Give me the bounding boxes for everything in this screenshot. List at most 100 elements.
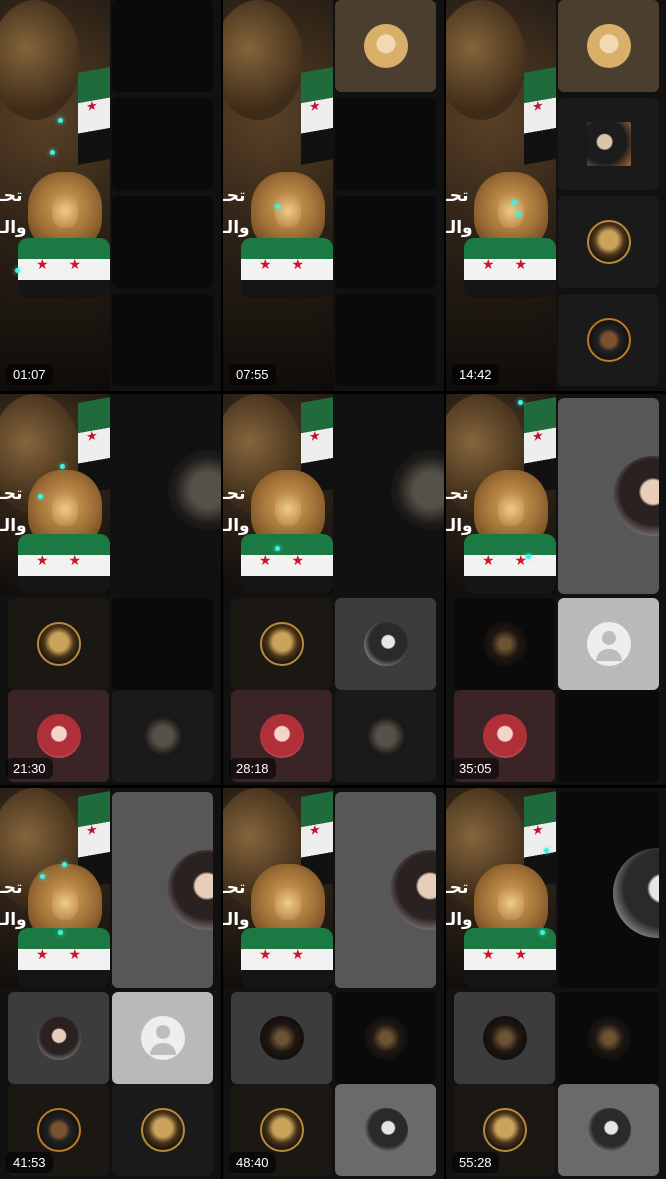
participant-tile	[112, 1084, 213, 1176]
user-avatar	[482, 1108, 527, 1152]
user-avatar	[36, 714, 81, 758]
poster-arabic-text: تحـ والـ	[223, 484, 250, 535]
user-avatar	[613, 848, 659, 938]
user-avatar	[482, 1016, 527, 1060]
participant-tile	[558, 0, 659, 92]
user-avatar	[363, 714, 408, 758]
user-avatar	[363, 24, 408, 68]
user-avatar	[391, 450, 444, 530]
default-avatar-icon	[140, 1016, 185, 1060]
participant-tile	[335, 992, 436, 1084]
participant-tile	[454, 992, 555, 1084]
participant-tile	[335, 1084, 436, 1176]
participant-tile	[8, 598, 109, 690]
duration-label: 35:05	[452, 758, 499, 779]
default-avatar-icon	[586, 622, 631, 666]
poster-image: تحـوالـ	[0, 788, 110, 988]
user-avatar	[140, 714, 185, 758]
participant-tile	[335, 598, 436, 690]
duration-label: 21:30	[6, 758, 53, 779]
duration-label: 55:28	[452, 1152, 499, 1173]
user-avatar	[390, 850, 436, 930]
poster-arabic-text: تحـ والـ	[0, 484, 27, 535]
poster-image: تحـوالـ	[0, 394, 110, 594]
user-avatar	[167, 850, 213, 930]
video-thumbnail-2[interactable]: تحـوالـ 07:55	[223, 0, 444, 391]
user-avatar	[586, 24, 631, 68]
participant-tile	[558, 1084, 659, 1176]
user-avatar	[586, 1016, 631, 1060]
participant-tile	[112, 98, 213, 190]
video-thumbnail-5[interactable]: تحـوالـ 28:18	[223, 394, 444, 785]
video-thumbnail-7[interactable]: تحـوالـ 41:53	[0, 788, 221, 1179]
participant-tile	[558, 690, 659, 782]
video-thumbnail-1[interactable]: تحـوالـ 01:07	[0, 0, 221, 391]
participant-tile	[335, 196, 436, 288]
poster-image: تحـوالـ	[223, 394, 333, 594]
user-avatar	[482, 622, 527, 666]
duration-label: 28:18	[229, 758, 276, 779]
user-avatar	[36, 1108, 81, 1152]
participant-tile	[335, 690, 436, 782]
participant-tile	[558, 98, 659, 190]
duration-label: 48:40	[229, 1152, 276, 1173]
poster-arabic-text: تحـ والـ	[0, 878, 27, 929]
user-avatar	[259, 1108, 304, 1152]
video-thumbnail-8[interactable]: تحـوالـ 48:40	[223, 788, 444, 1179]
duration-label: 41:53	[6, 1152, 53, 1173]
poster-arabic-text: تحـ والـ	[446, 878, 473, 929]
video-thumbnail-4[interactable]: تحـوالـ 21:30	[0, 394, 221, 785]
video-thumbnail-9[interactable]: تحـوالـ 55:28	[446, 788, 666, 1179]
participant-tile	[231, 992, 332, 1084]
poster-image: تحـوالـ	[446, 394, 556, 594]
participant-tile	[558, 196, 659, 288]
participant-tile	[558, 598, 659, 690]
poster-arabic-text: تحـ والـ	[223, 878, 250, 929]
participant-tile	[112, 598, 213, 690]
user-avatar	[140, 1108, 185, 1152]
poster-image: تحـوالـ	[223, 0, 333, 391]
duration-label: 07:55	[229, 364, 276, 385]
participant-tile	[335, 294, 436, 386]
participant-tile	[112, 690, 213, 782]
participant-tile	[112, 992, 213, 1084]
participant-tile	[8, 992, 109, 1084]
poster-arabic-text: تحـ والـ	[446, 186, 473, 237]
user-avatar	[259, 714, 304, 758]
user-avatar	[586, 318, 631, 362]
poster-arabic-text: تحـ والـ	[223, 186, 250, 237]
poster-image: تحـوالـ	[446, 788, 556, 988]
user-avatar	[259, 622, 304, 666]
participant-tile	[112, 792, 213, 988]
participant-tile	[335, 98, 436, 190]
poster-arabic-text: تحـ والـ	[446, 484, 473, 535]
duration-label: 01:07	[6, 364, 53, 385]
user-avatar	[586, 220, 631, 264]
participant-tile	[112, 196, 213, 288]
user-avatar	[613, 456, 659, 536]
poster-image: تحـوالـ	[446, 0, 556, 391]
participant-tile	[558, 398, 659, 594]
user-avatar	[363, 1108, 408, 1152]
user-avatar	[168, 450, 221, 530]
participant-tile	[558, 792, 659, 988]
participant-tile	[454, 598, 555, 690]
participant-tile	[231, 598, 332, 690]
participant-tile	[558, 294, 659, 386]
poster-image: تحـوالـ	[223, 788, 333, 988]
user-avatar	[363, 1016, 408, 1060]
duration-label: 14:42	[452, 364, 499, 385]
participant-tile	[112, 0, 213, 92]
participant-tile	[112, 294, 213, 386]
user-avatar	[586, 1108, 631, 1152]
participant-tile	[335, 0, 436, 92]
user-avatar	[363, 622, 408, 666]
user-avatar	[36, 1016, 81, 1060]
video-thumbnail-6[interactable]: تحـوالـ 35:05	[446, 394, 666, 785]
user-avatar	[259, 1016, 304, 1060]
video-thumbnail-3[interactable]: تحـوالـ 14:42	[446, 0, 666, 391]
poster-arabic-text: تحـ والـ	[0, 186, 27, 237]
poster-image: تحـوالـ	[0, 0, 110, 391]
user-avatar	[36, 622, 81, 666]
participant-tile	[558, 992, 659, 1084]
